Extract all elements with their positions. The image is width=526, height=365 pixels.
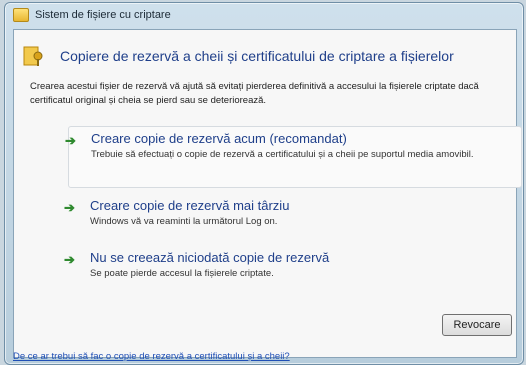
green-arrow-icon: ➔ bbox=[64, 252, 75, 267]
option-title: Nu se creează niciodată copie de rezervă bbox=[90, 250, 330, 265]
green-arrow-icon: ➔ bbox=[65, 133, 76, 148]
option-description: Se poate pierde accesul la fișierele cri… bbox=[90, 268, 274, 279]
intro-text: Crearea acestui fișier de rezervă vă aju… bbox=[30, 81, 479, 106]
certificate-key-icon bbox=[23, 46, 43, 66]
option-description: Trebuie să efectuați o copie de rezervă … bbox=[91, 149, 474, 160]
dialog-heading: Copiere de rezervă a cheii și certificat… bbox=[60, 48, 454, 64]
dialog-content: Copiere de rezervă a cheii și certificat… bbox=[13, 29, 522, 358]
help-link[interactable]: De ce ar trebui să fac o copie de rezerv… bbox=[13, 351, 290, 362]
option-title: Creare copie de rezervă acum (recomandat… bbox=[91, 131, 347, 146]
option-backup-now[interactable]: ➔ Creare copie de rezervă acum (recomand… bbox=[65, 126, 522, 188]
option-never-backup[interactable]: ➔ Nu se creează niciodată copie de rezer… bbox=[64, 246, 520, 294]
cancel-button[interactable]: Revocare bbox=[442, 314, 512, 336]
option-title: Creare copie de rezervă mai târziu bbox=[90, 198, 290, 213]
title-bar: Sistem de fișiere cu criptare bbox=[5, 3, 523, 27]
green-arrow-icon: ➔ bbox=[64, 200, 75, 215]
dialog-header: Copiere de rezervă a cheii și certificat… bbox=[22, 40, 508, 70]
dialog-window: Sistem de fișiere cu criptare Copiere de… bbox=[4, 2, 524, 365]
option-backup-later[interactable]: ➔ Creare copie de rezervă mai târziu Win… bbox=[64, 194, 520, 242]
folder-icon bbox=[13, 8, 29, 22]
option-description: Windows vă va reaminti la următorul Log … bbox=[90, 216, 278, 227]
window-title: Sistem de fișiere cu criptare bbox=[35, 9, 171, 21]
